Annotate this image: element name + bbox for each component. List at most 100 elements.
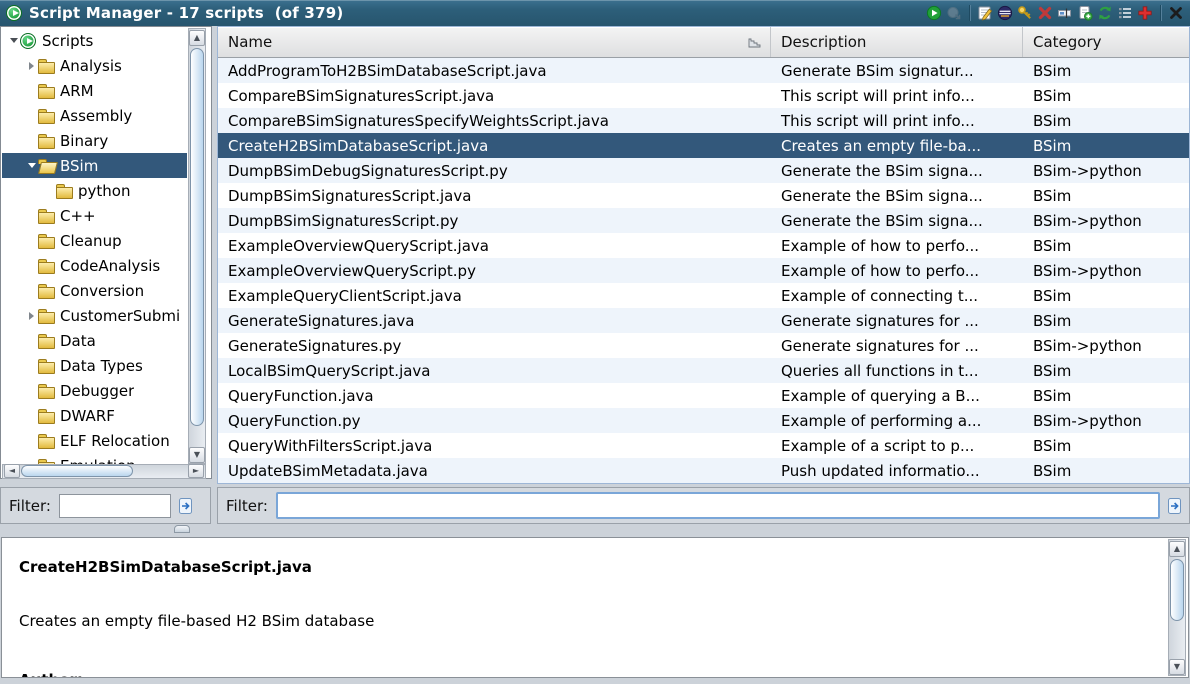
table-row-queryfunction-py[interactable]: QueryFunction.pyExample of performing a.… bbox=[218, 408, 1189, 433]
tree-item-python[interactable]: python bbox=[2, 178, 187, 203]
tree-filter-input[interactable] bbox=[59, 494, 171, 518]
cell-category: BSim bbox=[1023, 312, 1189, 330]
tree-item-bsim[interactable]: BSim bbox=[2, 153, 187, 178]
folder-icon bbox=[38, 58, 55, 74]
cell-category: BSim bbox=[1023, 362, 1189, 380]
scroll-right-arrow[interactable]: ► bbox=[188, 464, 204, 478]
table-row-addprogramtoh2bsimdatabasescript-java[interactable]: AddProgramToH2BSimDatabaseScript.javaGen… bbox=[218, 58, 1189, 83]
table-row-createh2bsimdatabasescript-java[interactable]: CreateH2BSimDatabaseScript.javaCreates a… bbox=[218, 133, 1189, 158]
cell-description: Generate BSim signatur... bbox=[771, 62, 1023, 80]
assign-key-binding-button[interactable] bbox=[1015, 3, 1035, 23]
table-row-exampleoverviewqueryscript-java[interactable]: ExampleOverviewQueryScript.javaExample o… bbox=[218, 233, 1189, 258]
edit-in-eclipse-button[interactable] bbox=[995, 3, 1015, 23]
cell-category: BSim bbox=[1023, 237, 1189, 255]
tree-item-label: Assembly bbox=[60, 107, 132, 125]
filter-options-icon[interactable] bbox=[177, 497, 195, 515]
tree-item-emulation[interactable]: Emulation bbox=[2, 453, 187, 464]
cell-description: Example of connecting t... bbox=[771, 287, 1023, 305]
cell-description: This script will print info... bbox=[771, 87, 1023, 105]
tree-item-cleanup[interactable]: Cleanup bbox=[2, 228, 187, 253]
refresh-script-list-button[interactable] bbox=[1095, 3, 1115, 23]
scroll-up-arrow[interactable]: ▲ bbox=[189, 30, 205, 46]
tree-vscroll-thumb[interactable] bbox=[190, 48, 204, 426]
table-row-dumpbsimsignaturesscript-java[interactable]: DumpBSimSignaturesScript.javaGenerate th… bbox=[218, 183, 1189, 208]
run-script-button[interactable] bbox=[924, 3, 944, 23]
manage-script-directories-button[interactable] bbox=[1115, 3, 1135, 23]
collapsed-arrow-icon[interactable] bbox=[25, 303, 38, 328]
toolbar-separator bbox=[969, 5, 970, 21]
collapsed-arrow-icon[interactable] bbox=[25, 53, 38, 78]
tree-item-debugger[interactable]: Debugger bbox=[2, 378, 187, 403]
cell-category: BSim bbox=[1023, 87, 1189, 105]
table-row-examplequeryclientscript-java[interactable]: ExampleQueryClientScript.javaExample of … bbox=[218, 283, 1189, 308]
window-title: Script Manager - 17 scripts (of 379) bbox=[29, 4, 343, 22]
tree-item-c[interactable]: C++ bbox=[2, 203, 187, 228]
tree-item-conversion[interactable]: Conversion bbox=[2, 278, 187, 303]
expander-spacer bbox=[43, 178, 56, 203]
tree-horizontal-scrollbar[interactable]: ◄ ► bbox=[2, 464, 206, 479]
tree-item-analysis[interactable]: Analysis bbox=[2, 53, 187, 78]
scripts-table-body: AddProgramToH2BSimDatabaseScript.javaGen… bbox=[218, 58, 1189, 483]
scroll-left-arrow[interactable]: ◄ bbox=[4, 464, 20, 478]
edit-script-button[interactable] bbox=[975, 3, 995, 23]
scripts-table-panel: Name Description Category AddProgramToH2… bbox=[217, 26, 1190, 484]
cell-name: QueryFunction.java bbox=[218, 387, 771, 405]
tree-item-elf-relocation[interactable]: ELF Relocation bbox=[2, 428, 187, 453]
column-label: Category bbox=[1033, 33, 1102, 51]
cell-description: This script will print info... bbox=[771, 112, 1023, 130]
cell-category: BSim bbox=[1023, 62, 1189, 80]
tree-item-codeanalysis[interactable]: CodeAnalysis bbox=[2, 253, 187, 278]
cell-category: BSim->python bbox=[1023, 337, 1189, 355]
tree-item-label: DWARF bbox=[60, 407, 115, 425]
close-button[interactable] bbox=[1166, 3, 1186, 23]
table-row-generatesignatures-py[interactable]: GenerateSignatures.pyGenerate signatures… bbox=[218, 333, 1189, 358]
splitter-handle-icon[interactable] bbox=[174, 525, 190, 533]
expander-spacer bbox=[25, 78, 38, 103]
tree-item-binary[interactable]: Binary bbox=[2, 128, 187, 153]
help-button[interactable] bbox=[1135, 3, 1155, 23]
tree-item-arm[interactable]: ARM bbox=[2, 78, 187, 103]
folder-icon bbox=[38, 108, 55, 124]
expanded-arrow-icon[interactable] bbox=[25, 153, 38, 178]
table-row-comparebsimsignaturesscript-java[interactable]: CompareBSimSignaturesScript.javaThis scr… bbox=[218, 83, 1189, 108]
delete-script-button[interactable] bbox=[1035, 3, 1055, 23]
table-row-localbsimqueryscript-java[interactable]: LocalBSimQueryScript.javaQueries all fun… bbox=[218, 358, 1189, 383]
table-row-comparebsimsignaturesspecifyweightsscript-java[interactable]: CompareBSimSignaturesSpecifyWeightsScrip… bbox=[218, 108, 1189, 133]
column-header-category[interactable]: Category bbox=[1023, 27, 1189, 57]
table-row-queryfunction-java[interactable]: QueryFunction.javaExample of querying a … bbox=[218, 383, 1189, 408]
table-row-exampleoverviewqueryscript-py[interactable]: ExampleOverviewQueryScript.pyExample of … bbox=[218, 258, 1189, 283]
tree-item-scripts[interactable]: Scripts bbox=[2, 28, 187, 53]
table-filter-input[interactable] bbox=[276, 492, 1160, 519]
horizontal-splitter[interactable] bbox=[0, 524, 1190, 537]
tree-hscroll-thumb[interactable] bbox=[21, 465, 133, 477]
table-row-updatebsimmetadata-java[interactable]: UpdateBSimMetadata.javaPush updated info… bbox=[218, 458, 1189, 483]
cell-name: QueryWithFiltersScript.java bbox=[218, 437, 771, 455]
scroll-up-arrow[interactable]: ▲ bbox=[1169, 541, 1185, 557]
tree-item-data-types[interactable]: Data Types bbox=[2, 353, 187, 378]
table-header: Name Description Category bbox=[218, 27, 1189, 58]
tree-item-customersubmi[interactable]: CustomerSubmi bbox=[2, 303, 187, 328]
tree-item-assembly[interactable]: Assembly bbox=[2, 103, 187, 128]
cell-name: ExampleOverviewQueryScript.java bbox=[218, 237, 771, 255]
table-row-dumpbsimdebugsignaturesscript-py[interactable]: DumpBSimDebugSignaturesScript.pyGenerate… bbox=[218, 158, 1189, 183]
tree-item-data[interactable]: Data bbox=[2, 328, 187, 353]
description-vertical-scrollbar[interactable]: ▲ ▼ bbox=[1168, 539, 1186, 676]
folder-icon bbox=[38, 258, 55, 274]
new-script-button[interactable] bbox=[1075, 3, 1095, 23]
tree-vertical-scrollbar[interactable]: ▲ ▼ bbox=[188, 28, 206, 464]
expanded-arrow-icon[interactable] bbox=[7, 28, 20, 53]
filter-options-icon[interactable] bbox=[1166, 497, 1184, 515]
run-last-script-button[interactable] bbox=[944, 3, 964, 23]
column-header-description[interactable]: Description bbox=[771, 27, 1023, 57]
rename-script-button[interactable] bbox=[1055, 3, 1075, 23]
table-row-generatesignatures-java[interactable]: GenerateSignatures.javaGenerate signatur… bbox=[218, 308, 1189, 333]
folder-icon bbox=[38, 233, 55, 249]
column-header-name[interactable]: Name bbox=[218, 27, 771, 57]
cell-category: BSim bbox=[1023, 112, 1189, 130]
scroll-down-arrow[interactable]: ▼ bbox=[189, 447, 205, 463]
description-vscroll-thumb[interactable] bbox=[1170, 559, 1184, 621]
scroll-down-arrow[interactable]: ▼ bbox=[1169, 659, 1185, 675]
table-row-querywithfiltersscript-java[interactable]: QueryWithFiltersScript.javaExample of a … bbox=[218, 433, 1189, 458]
table-row-dumpbsimsignaturesscript-py[interactable]: DumpBSimSignaturesScript.pyGenerate the … bbox=[218, 208, 1189, 233]
tree-item-dwarf[interactable]: DWARF bbox=[2, 403, 187, 428]
